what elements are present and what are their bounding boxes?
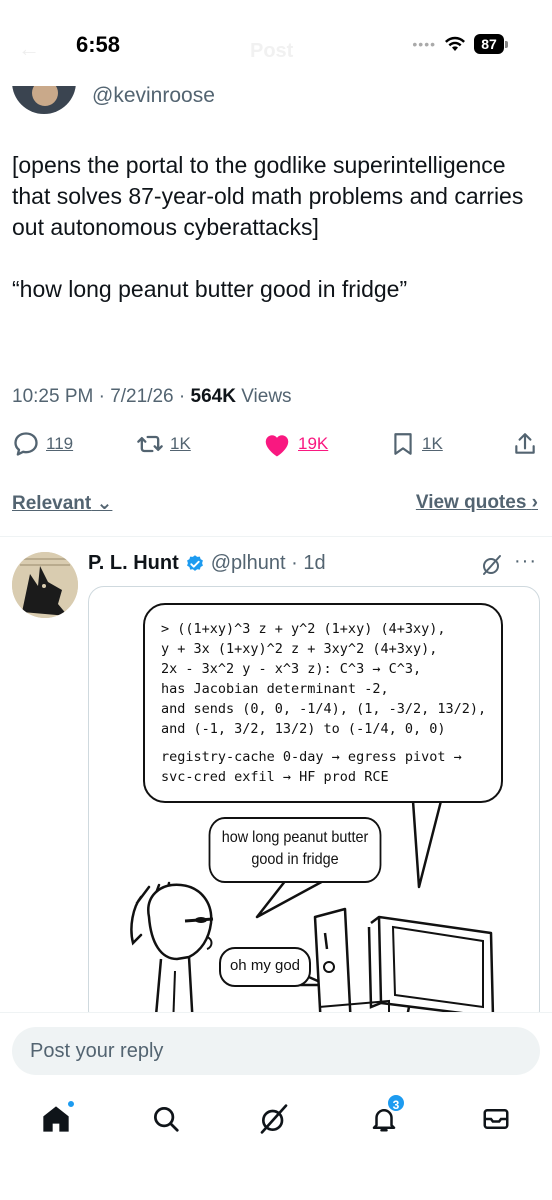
reply-count: 119 — [46, 434, 74, 453]
author-handle[interactable]: @kevinroose — [92, 84, 215, 108]
view-quotes-label: View quotes — [415, 492, 527, 513]
view-quotes-link[interactable]: View quotes › — [416, 492, 538, 514]
status-indicators: •••• 87 — [412, 34, 508, 54]
chevron-down-icon: ⌄ — [96, 493, 113, 514]
search-icon — [154, 1107, 179, 1132]
reply-composer-input[interactable]: Post your reply — [12, 1027, 540, 1075]
tab-notifications[interactable]: 3 — [364, 1093, 406, 1139]
like-count: 19K — [298, 434, 329, 453]
back-arrow-icon[interactable]: ← — [18, 36, 40, 62]
tweet-paragraph: “how long peanut butter good in fridge” — [12, 276, 408, 302]
bubble-line: registry-cache 0-day → egress pivot → — [161, 749, 462, 765]
sort-dropdown[interactable]: Relevant ⌄ — [12, 492, 112, 515]
battery-icon: 87 — [474, 34, 508, 54]
tab-grok[interactable] — [254, 1099, 294, 1139]
comic-reaction-bubble: oh my god — [219, 947, 311, 987]
like-button[interactable]: 19K — [262, 430, 328, 458]
bubble-line: has Jacobian determinant -2, — [161, 681, 389, 697]
bubble-line: 2x - 3x^2 y - x^3 z): C^3 → C^3, — [161, 661, 422, 677]
grok-icon[interactable] — [480, 553, 504, 577]
views-count: 564K — [190, 386, 236, 407]
new-posts-dot — [66, 1099, 76, 1109]
mail-icon — [483, 1109, 509, 1129]
battery-level: 87 — [474, 34, 504, 54]
bubble-line: and (-1, 3/2, 13/2) to (-1/4, 0, 0) — [161, 721, 446, 737]
signal-icon: •••• — [412, 36, 436, 52]
reply-author-name[interactable]: P. L. Hunt — [88, 552, 179, 575]
grok-icon — [260, 1104, 288, 1134]
wifi-icon — [445, 36, 465, 51]
notification-badge: 3 — [386, 1093, 406, 1113]
tab-messages[interactable] — [476, 1099, 516, 1139]
tweet-meta: 10:25 PM · 7/21/26 · 564K Views — [12, 386, 292, 408]
bookmark-count: 1K — [422, 434, 443, 453]
reply-avatar[interactable] — [12, 552, 78, 618]
page-title: Post — [250, 40, 294, 62]
divider — [0, 536, 552, 537]
status-bar: ← Post 6:58 •••• 87 — [0, 0, 552, 86]
reply-header: P. L. Hunt @plhunt · 1d — [88, 552, 326, 575]
comic-question-bubble: how long peanut butter good in fridge — [208, 817, 382, 883]
bubble-line: > ((1+xy)^3 z + y^2 (1+xy) (4+3xy), — [161, 621, 446, 637]
chevron-right-icon: › — [531, 492, 538, 513]
repost-count: 1K — [170, 434, 191, 453]
bookmark-icon — [394, 433, 412, 455]
heart-icon — [265, 435, 289, 457]
bubble-line: and sends (0, 0, -1/4), (1, -3/2, 13/2), — [161, 701, 487, 717]
sort-label: Relevant — [12, 493, 92, 514]
reply-button[interactable]: 119 — [12, 430, 73, 458]
bubble-line: y + 3x (1+xy)^2 z + 3xy^2 (4+3xy), — [161, 641, 438, 657]
reply-media-image[interactable]: > ((1+xy)^3 z + y^2 (1+xy) (4+3xy), y + … — [88, 586, 540, 1026]
reply-icon — [14, 432, 38, 456]
action-bar: 119 1K 19K 1K — [12, 430, 540, 464]
tweet-paragraph: [opens the portal to the godlike superin… — [12, 152, 524, 240]
bubble-line: svc-cred exfil → HF prod RCE — [161, 769, 389, 785]
comic-speech-bubble: > ((1+xy)^3 z + y^2 (1+xy) (4+3xy), y + … — [143, 603, 503, 803]
bottom-bar: Post your reply 3 — [0, 1012, 552, 1200]
more-options-icon[interactable]: ··· — [514, 550, 537, 573]
bookmark-button[interactable]: 1K — [390, 430, 443, 458]
share-icon — [515, 433, 535, 454]
tweet-timestamp: 10:25 PM · 7/21/26 · — [12, 386, 191, 407]
repost-icon — [137, 435, 163, 453]
tab-bar: 3 — [0, 1089, 552, 1149]
tab-search[interactable] — [146, 1099, 186, 1139]
verified-badge-icon — [186, 554, 203, 571]
views-label: Views — [235, 386, 292, 407]
status-time: 6:58 — [76, 32, 121, 57]
repost-button[interactable]: 1K — [136, 430, 191, 458]
reply-handle-time: @plhunt · 1d — [210, 552, 326, 574]
share-button[interactable] — [512, 430, 538, 458]
tab-home[interactable] — [36, 1099, 76, 1139]
tweet-text: [opens the portal to the godlike superin… — [12, 150, 542, 336]
reply-filter-row: Relevant ⌄ View quotes › — [12, 490, 538, 518]
